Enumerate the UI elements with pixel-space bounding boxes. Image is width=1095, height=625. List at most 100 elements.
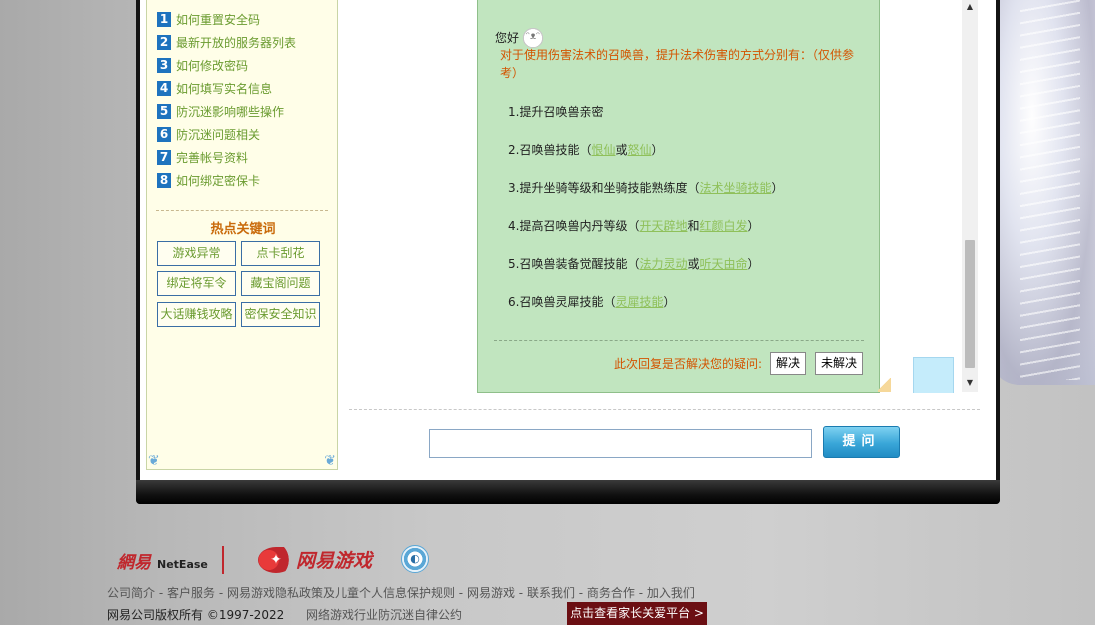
answer-item: 6.召唤兽灵犀技能（灵犀技能） (508, 293, 783, 331)
answer-item-text: 2.召唤兽技能（ (508, 143, 592, 157)
faq-list: 1 如何重置安全码 2 最新开放的服务器列表 3 如何修改密码 4 如何填写实名信息 5 防沉迷影… (157, 8, 296, 192)
faq-link[interactable]: 如何重置安全码 (176, 11, 260, 28)
answer-item: 1.提升召唤兽亲密 (508, 103, 783, 141)
footer-link[interactable]: 网易游戏隐私政策及儿童个人信息保护规则 (227, 586, 455, 600)
hot-keywords-title: 热点关键词 (210, 222, 276, 237)
keyword-button[interactable]: 游戏异常 (157, 241, 236, 266)
answer-item-close: ） (663, 295, 676, 309)
faq-item[interactable]: 4 如何填写实名信息 (157, 77, 296, 100)
self-discipline-link[interactable]: 网络游戏行业防沉迷自律公约 (306, 606, 462, 623)
background-figure (990, 0, 1095, 385)
corner-ornament-icon: ❦ (324, 453, 336, 469)
greeting-text: 您好 (495, 30, 520, 45)
keyword-button[interactable]: 藏宝阁问题 (241, 271, 320, 296)
scroll-down-icon[interactable]: ▼ (962, 376, 978, 390)
faq-link[interactable]: 防沉迷问题相关 (176, 126, 260, 143)
faq-item[interactable]: 8 如何绑定密保卡 (157, 169, 296, 192)
scroll-up-icon[interactable]: ▲ (962, 0, 978, 14)
unsolved-button[interactable]: 未解决 (815, 352, 863, 375)
faq-item[interactable]: 3 如何修改密码 (157, 54, 296, 77)
faq-link[interactable]: 如何绑定密保卡 (176, 172, 260, 189)
keyword-button[interactable]: 大话赚钱攻略 (157, 302, 236, 327)
games-logo-text: 网易游戏 (296, 550, 373, 572)
answer-item: 4.提高召唤兽内丹等级（开天辟地和红颜白发） (508, 217, 783, 255)
faq-link[interactable]: 如何填写实名信息 (176, 80, 272, 97)
side-widget[interactable] (913, 357, 954, 393)
answer-join-text: 或 (615, 143, 628, 157)
footer-link-separator: - (155, 586, 167, 600)
answer-item-text: 1.提升召唤兽亲密 (508, 105, 604, 119)
answer-item-close: ） (771, 181, 784, 195)
keyword-button[interactable]: 绑定将军令 (157, 271, 236, 296)
faq-item[interactable]: 7 完善帐号资料 (157, 146, 296, 169)
faq-link[interactable]: 防沉迷影响哪些操作 (176, 103, 284, 120)
sidebar-divider (156, 210, 328, 211)
solved-button[interactable]: 解决 (770, 352, 806, 375)
answer-item-close: ） (747, 257, 760, 271)
faq-item[interactable]: 6 防沉迷问题相关 (157, 123, 296, 146)
keyword-button[interactable]: 点卡刮花 (241, 241, 320, 266)
skill-link[interactable]: 法术坐骑技能 (699, 181, 771, 195)
answer-item-text: 3.提升坐骑等级和坐骑技能熟练度（ (508, 181, 700, 195)
footer-links: 公司简介 - 客户服务 - 网易游戏隐私政策及儿童个人信息保护规则 - 网易游戏… (107, 584, 695, 601)
question-input[interactable] (429, 429, 812, 458)
answer-item: 2.召唤兽技能（恨仙或怒仙） (508, 141, 783, 179)
faq-number-badge: 8 (157, 173, 171, 188)
answer-join-text: 或 (687, 257, 700, 271)
netease-logo-cn: 網易 (117, 553, 151, 573)
faq-number-badge: 6 (157, 127, 171, 142)
skill-link[interactable]: 红颜白发 (699, 219, 747, 233)
faq-link[interactable]: 完善帐号资料 (176, 149, 248, 166)
faq-number-badge: 1 (157, 12, 171, 27)
answer-item: 3.提升坐骑等级和坐骑技能熟练度（法术坐骑技能） (508, 179, 783, 217)
answer-join-text: 和 (687, 219, 700, 233)
footer-link[interactable]: 公司简介 (107, 586, 155, 600)
faq-item[interactable]: 5 防沉迷影响哪些操作 (157, 100, 296, 123)
faq-link[interactable]: 如何修改密码 (176, 57, 248, 74)
skill-link[interactable]: 开天辟地 (639, 219, 687, 233)
answer-item: 5.召唤兽装备觉醒技能（法力灵动或听天由命） (508, 255, 783, 293)
parent-care-button[interactable]: 点击查看家长关爱平台 > (567, 602, 707, 625)
faq-link[interactable]: 最新开放的服务器列表 (176, 34, 296, 51)
faq-number-badge: 2 (157, 35, 171, 50)
answer-item-text: 4.提高召唤兽内丹等级（ (508, 219, 640, 233)
answer-item-close: ） (747, 219, 760, 233)
answer-bubble: 您好 ᵔᴥᵔ 对于使用伤害法术的召唤兽，提升法术伤害的方式分别有：（仅供参考） … (477, 0, 880, 393)
skill-link[interactable]: 恨仙 (591, 143, 615, 157)
faq-item[interactable]: 2 最新开放的服务器列表 (157, 31, 296, 54)
footer-link[interactable]: 加入我们 (647, 586, 695, 600)
footer-link-separator: - (514, 586, 527, 600)
skill-link[interactable]: 法力灵动 (639, 257, 687, 271)
footer-link[interactable]: 网易游戏 (467, 586, 515, 600)
footer-link[interactable]: 客户服务 (167, 586, 215, 600)
ask-button[interactable]: 提问 (823, 426, 900, 458)
footer-link-separator: - (634, 586, 647, 600)
footer-link-separator: - (454, 586, 467, 600)
skill-link[interactable]: 灵犀技能 (615, 295, 663, 309)
feedback-question: 此次回复是否解决您的疑问: (614, 357, 763, 371)
age-rating-badge-icon: ◐ (401, 545, 429, 573)
footer-link[interactable]: 商务合作 (587, 586, 635, 600)
faq-number-badge: 5 (157, 104, 171, 119)
netease-bird-icon: ✦ (258, 546, 294, 573)
scroll-thumb[interactable] (965, 240, 975, 368)
netease-logo-en: NetEase (157, 558, 208, 571)
answer-divider (494, 340, 864, 341)
chat-scrollbar[interactable]: ▲ ▼ (962, 0, 978, 392)
skill-link[interactable]: 怒仙 (627, 143, 651, 157)
skill-link[interactable]: 听天由命 (699, 257, 747, 271)
faq-item[interactable]: 1 如何重置安全码 (157, 8, 296, 31)
background-lace (1020, 0, 1080, 380)
answer-intro: 对于使用伤害法术的召唤兽，提升法术伤害的方式分别有：（仅供参考） (500, 48, 855, 80)
answer-item-text: 6.召唤兽灵犀技能（ (508, 295, 616, 309)
frame-bottom-band (136, 480, 1000, 504)
keyword-button[interactable]: 密保安全知识 (241, 302, 320, 327)
corner-ornament-icon: ❦ (148, 453, 160, 469)
answer-item-close: ） (651, 143, 664, 157)
footer-link-separator: - (574, 586, 587, 600)
footer-link[interactable]: 联系我们 (527, 586, 575, 600)
faq-number-badge: 7 (157, 150, 171, 165)
answer-items: 1.提升召唤兽亲密 2.召唤兽技能（恨仙或怒仙） 3.提升坐骑等级和坐骑技能熟练度（… (508, 103, 783, 331)
answer-item-text: 5.召唤兽装备觉醒技能（ (508, 257, 640, 271)
logo-separator (222, 546, 224, 574)
